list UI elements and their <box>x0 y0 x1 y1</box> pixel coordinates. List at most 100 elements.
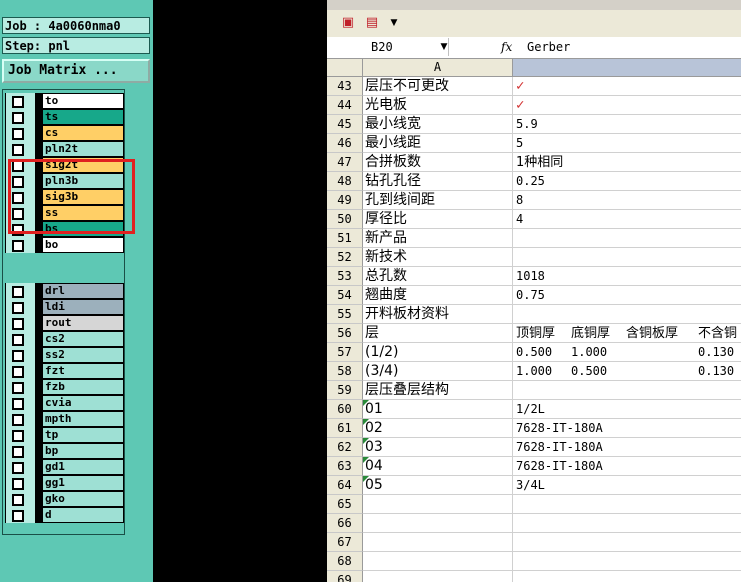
row-header[interactable]: 57 <box>327 343 363 362</box>
cell-a[interactable] <box>363 533 513 552</box>
select-all-corner[interactable] <box>327 59 363 76</box>
row-header[interactable]: 45 <box>327 115 363 134</box>
row-header[interactable]: 43 <box>327 77 363 96</box>
name-box[interactable]: B20 <box>329 38 449 56</box>
row-header[interactable]: 55 <box>327 305 363 324</box>
layer-name-sig3b[interactable]: sig3b <box>43 190 123 204</box>
cell-a[interactable]: (1/2) <box>363 343 513 362</box>
layer-checkbox[interactable] <box>6 443 35 459</box>
cell-b[interactable]: 4 <box>513 210 741 229</box>
row-header[interactable]: 69 <box>327 571 363 582</box>
chevron-down-icon[interactable]: ▼ <box>437 39 451 55</box>
row-header[interactable]: 47 <box>327 153 363 172</box>
row-header[interactable]: 62 <box>327 438 363 457</box>
cell-b[interactable] <box>513 514 741 533</box>
pdf-icon[interactable]: ▣ <box>339 14 357 32</box>
layer-name-cs2[interactable]: cs2 <box>43 332 123 346</box>
cell-a[interactable]: 合拼板数 <box>363 153 513 172</box>
layer-name-gg1[interactable]: gg1 <box>43 476 123 490</box>
cell-a[interactable]: 层压不可更改 <box>363 77 513 96</box>
cell-a[interactable]: (3/4) <box>363 362 513 381</box>
row-header[interactable]: 50 <box>327 210 363 229</box>
cell-b[interactable] <box>513 381 741 400</box>
layer-checkbox[interactable] <box>6 205 35 221</box>
cell-a[interactable]: 新产品 <box>363 229 513 248</box>
row-header[interactable]: 54 <box>327 286 363 305</box>
layer-name-gd1[interactable]: gd1 <box>43 460 123 474</box>
layer-name-ss2[interactable]: ss2 <box>43 348 123 362</box>
layer-name-d[interactable]: d <box>43 508 123 522</box>
layer-name-ss[interactable]: ss <box>43 206 123 220</box>
row-header[interactable]: 65 <box>327 495 363 514</box>
layer-checkbox[interactable] <box>6 237 35 253</box>
row-header[interactable]: 53 <box>327 267 363 286</box>
layer-checkbox[interactable] <box>6 395 35 411</box>
row-header[interactable]: 44 <box>327 96 363 115</box>
cell-a[interactable]: 层压叠层结构 <box>363 381 513 400</box>
cell-a[interactable]: 01 <box>363 400 513 419</box>
layer-name-tp[interactable]: tp <box>43 428 123 442</box>
cell-b[interactable]: 1018 <box>513 267 741 286</box>
layer-checkbox[interactable] <box>6 299 35 315</box>
cell-b[interactable]: 顶铜厚 底铜厚 含铜板厚 不含铜 <box>513 324 741 343</box>
cell-a[interactable]: 04 <box>363 457 513 476</box>
column-header-a[interactable]: A <box>363 59 513 76</box>
row-header[interactable]: 64 <box>327 476 363 495</box>
layer-name-ldi[interactable]: ldi <box>43 300 123 314</box>
cell-a[interactable]: 03 <box>363 438 513 457</box>
layer-checkbox[interactable] <box>6 283 35 299</box>
cell-b[interactable]: 7628-IT-180A <box>513 438 741 457</box>
layer-checkbox[interactable] <box>6 125 35 141</box>
row-header[interactable]: 46 <box>327 134 363 153</box>
cell-b[interactable]: 7628-IT-180A <box>513 419 741 438</box>
layer-name-pln3b[interactable]: pln3b <box>43 174 123 188</box>
row-header[interactable]: 66 <box>327 514 363 533</box>
cell-a[interactable]: 02 <box>363 419 513 438</box>
cell-a[interactable] <box>363 495 513 514</box>
layer-checkbox[interactable] <box>6 315 35 331</box>
cell-a[interactable]: 最小线宽 <box>363 115 513 134</box>
column-header-b[interactable] <box>513 59 741 76</box>
layer-name-sig2t[interactable]: sig2t <box>43 158 123 172</box>
row-header[interactable]: 68 <box>327 552 363 571</box>
layer-name-cvia[interactable]: cvia <box>43 396 123 410</box>
cell-b[interactable]: ✓ <box>513 96 741 115</box>
layer-checkbox[interactable] <box>6 411 35 427</box>
layer-checkbox[interactable] <box>6 189 35 205</box>
layer-checkbox[interactable] <box>6 141 35 157</box>
cell-b[interactable]: 0.25 <box>513 172 741 191</box>
layer-checkbox[interactable] <box>6 347 35 363</box>
cell-a[interactable]: 总孔数 <box>363 267 513 286</box>
layer-checkbox[interactable] <box>6 109 35 125</box>
layer-name-bo[interactable]: bo <box>43 238 123 252</box>
cell-b[interactable]: 7628-IT-180A <box>513 457 741 476</box>
cell-a[interactable]: 光电板 <box>363 96 513 115</box>
row-header[interactable]: 61 <box>327 419 363 438</box>
row-header[interactable]: 49 <box>327 191 363 210</box>
layer-name-bp[interactable]: bp <box>43 444 123 458</box>
cell-a[interactable]: 钻孔孔径 <box>363 172 513 191</box>
cell-a[interactable] <box>363 552 513 571</box>
row-header[interactable]: 52 <box>327 248 363 267</box>
row-header[interactable]: 56 <box>327 324 363 343</box>
cell-b[interactable]: 1.000 0.500 0.130 <box>513 362 741 381</box>
row-header[interactable]: 63 <box>327 457 363 476</box>
layer-checkbox[interactable] <box>6 459 35 475</box>
layer-checkbox[interactable] <box>6 157 35 173</box>
layer-name-cs[interactable]: cs <box>43 126 123 140</box>
cell-a[interactable]: 层 <box>363 324 513 343</box>
layer-name-mpth[interactable]: mpth <box>43 412 123 426</box>
cell-b[interactable]: 0.75 <box>513 286 741 305</box>
layer-checkbox[interactable] <box>6 331 35 347</box>
cell-b[interactable]: 8 <box>513 191 741 210</box>
cell-b[interactable]: 5 <box>513 134 741 153</box>
cell-a[interactable]: 翘曲度 <box>363 286 513 305</box>
cell-b[interactable]: ✓ <box>513 77 741 96</box>
cell-a[interactable]: 05 <box>363 476 513 495</box>
layer-name-fzb[interactable]: fzb <box>43 380 123 394</box>
cell-b[interactable]: 3/4L <box>513 476 741 495</box>
layer-name-pln2t[interactable]: pln2t <box>43 142 123 156</box>
layer-name-gko[interactable]: gko <box>43 492 123 506</box>
layer-checkbox[interactable] <box>6 475 35 491</box>
cell-b[interactable] <box>513 305 741 324</box>
